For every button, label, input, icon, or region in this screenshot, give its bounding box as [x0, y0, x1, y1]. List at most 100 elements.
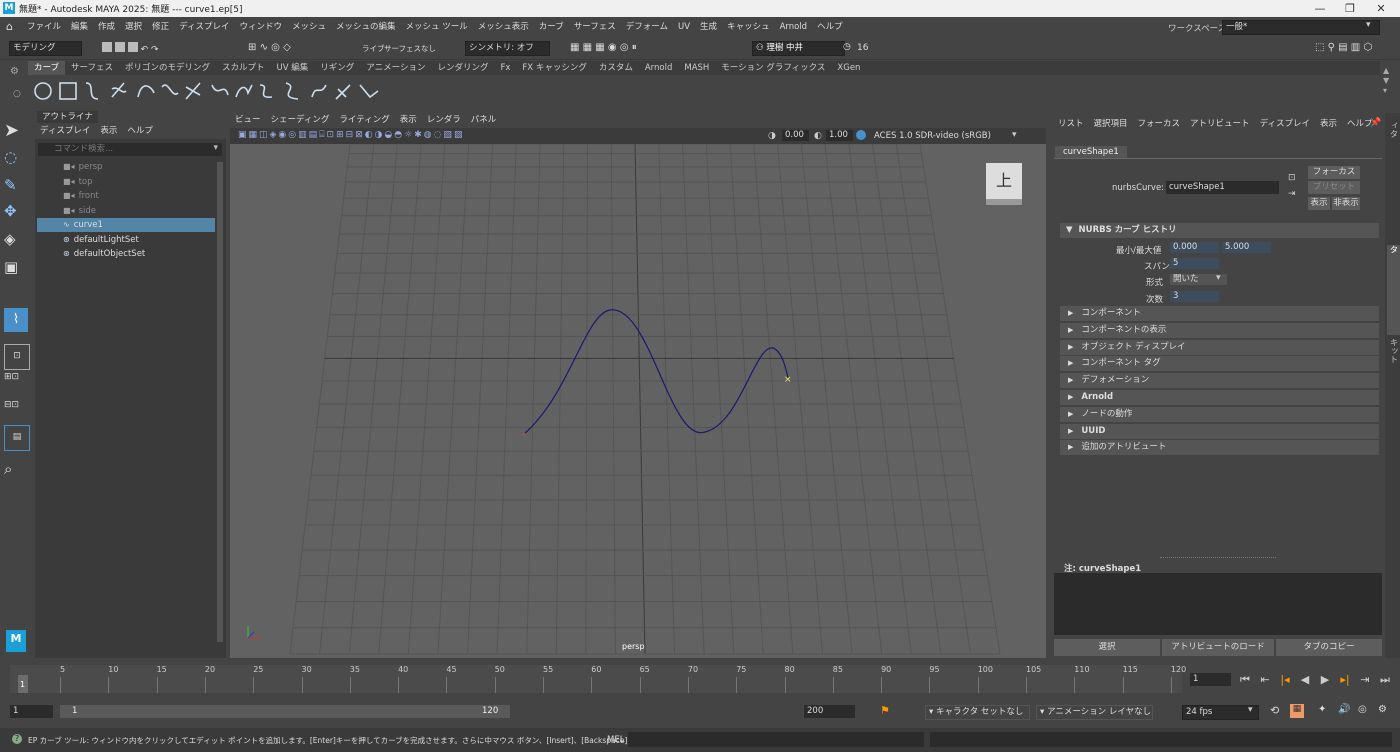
- menu-set-select[interactable]: モデリング: [9, 41, 82, 56]
- symmetry-select[interactable]: シンメトリ: オフ: [465, 41, 550, 56]
- play-forwards-icon[interactable]: ▶: [1318, 673, 1332, 687]
- play-backwards-icon[interactable]: ◀: [1298, 673, 1312, 687]
- nurbs-circle-icon[interactable]: [34, 82, 52, 100]
- search-icon[interactable]: ⌕: [4, 460, 28, 484]
- menu-item[interactable]: メッシュ ツール: [401, 17, 473, 38]
- step-back-key-icon[interactable]: |◂: [1278, 673, 1292, 687]
- search-field[interactable]: コマンド検索...: [38, 144, 113, 154]
- attribute-editor-icon[interactable]: ▤: [1338, 42, 1347, 53]
- shelf-tab[interactable]: Arnold: [639, 61, 679, 75]
- home-icon[interactable]: ⌂: [6, 21, 18, 33]
- animation-layer-select[interactable]: ▾ アニメーション レイヤなし: [1036, 705, 1153, 720]
- menu-item[interactable]: メッシュの編集: [331, 17, 401, 38]
- gamma-field[interactable]: 1.00: [826, 130, 853, 141]
- outliner-search[interactable]: コマンド検索... ▾: [38, 143, 222, 156]
- outliner-item[interactable]: ∿ curve1: [37, 218, 215, 232]
- shelf-tab[interactable]: FX キャッシング: [516, 61, 592, 75]
- outliner-item[interactable]: ■◂ persp: [37, 160, 217, 174]
- viewport-tool-icons[interactable]: ▣▦◫◈◉◎▥▤⌸⊡⊞⊟⊠◐◑◒◓☼✱◍◌▧▨: [238, 130, 464, 140]
- focus-icon[interactable]: ⊡: [1288, 173, 1296, 183]
- arc-tool-icon[interactable]: [161, 84, 179, 95]
- shelf-tab[interactable]: リギング: [314, 61, 360, 75]
- node-name-field[interactable]: curveShape1: [1166, 181, 1279, 194]
- shelf-tab[interactable]: ポリゴンのモデリング: [119, 61, 216, 75]
- attribute-editor-tab[interactable]: アトリビュート エディタ: [1387, 245, 1400, 335]
- chevron-down-icon[interactable]: ▾: [213, 143, 218, 153]
- menu-item[interactable]: メッシュ表示: [473, 17, 534, 38]
- cv-curve-tool-icon[interactable]: [85, 82, 99, 100]
- insert-knot-icon[interactable]: [259, 84, 273, 98]
- shelf-tab[interactable]: Fx: [494, 61, 516, 75]
- attribute-menu-item[interactable]: リスト: [1053, 113, 1089, 135]
- redo-icon[interactable]: ↷: [151, 45, 159, 55]
- render-icon[interactable]: ▦: [570, 42, 579, 53]
- menu-item[interactable]: カーブ: [534, 17, 569, 38]
- loop-icon[interactable]: ⟲: [1270, 704, 1279, 717]
- splitter[interactable]: [1160, 557, 1276, 559]
- shelf-tab[interactable]: MASH: [678, 61, 715, 75]
- viewport-menu-item[interactable]: パネル: [466, 113, 502, 128]
- user-account[interactable]: ⚇ 理樹 中井: [752, 41, 845, 56]
- snap-view-icon[interactable]: ◇: [283, 42, 291, 53]
- menu-item[interactable]: キャッシュ: [722, 17, 775, 38]
- sound-icon[interactable]: 🔊: [1338, 704, 1350, 715]
- curve-start-point[interactable]: [522, 432, 526, 436]
- menu-item[interactable]: ヘルプ: [812, 17, 848, 38]
- menu-item[interactable]: 生成: [695, 17, 722, 38]
- auto-key-icon[interactable]: ⚑: [880, 704, 890, 717]
- shelf-tab[interactable]: モーション グラフィックス: [715, 61, 831, 75]
- attribute-section[interactable]: ▶ 追加のアトリビュート: [1060, 440, 1379, 456]
- viewcube[interactable]: 上: [986, 163, 1022, 199]
- channel-box-icon[interactable]: ⬡: [1363, 42, 1372, 53]
- shelf-tab[interactable]: UV 編集: [271, 61, 315, 75]
- move-tool-icon[interactable]: ✥: [4, 202, 28, 226]
- menu-item[interactable]: ウィンドウ: [234, 17, 287, 38]
- ipr-render-icon[interactable]: ▦: [583, 42, 592, 53]
- mel-label[interactable]: MEL: [607, 735, 624, 745]
- max-value-field[interactable]: 5.000: [1222, 242, 1271, 253]
- channel-box-tab[interactable]: チャネル ボックス/レイヤ エディタ: [1387, 121, 1400, 241]
- notes-textarea[interactable]: [1054, 573, 1382, 635]
- snap-curve-icon[interactable]: ∿: [260, 42, 268, 53]
- step-forward-frame-icon[interactable]: ⇥: [1358, 673, 1372, 687]
- viewport-menu-item[interactable]: レンダラ: [422, 113, 466, 128]
- menu-item[interactable]: メッシュ: [287, 17, 331, 38]
- attribute-section[interactable]: ▶ コンポーネント タグ: [1060, 356, 1379, 372]
- curve-fillet-icon[interactable]: [359, 84, 379, 99]
- viewport-canvas[interactable]: ×: [230, 144, 1046, 658]
- outliner-item[interactable]: ⊛ defaultLightSet: [37, 233, 217, 247]
- outliner-layout-icon[interactable]: ▤: [4, 425, 30, 451]
- snap-grid-icon[interactable]: ⊞: [248, 42, 256, 53]
- attribute-menu-item[interactable]: ディスプレイ: [1255, 113, 1315, 135]
- menu-item[interactable]: UV: [673, 17, 695, 38]
- bake-icon[interactable]: ◎: [1358, 704, 1367, 715]
- cut-curve-icon[interactable]: [335, 84, 351, 100]
- undo-icon[interactable]: ↶: [141, 45, 149, 55]
- outliner-tab[interactable]: アウトライナ: [37, 111, 98, 123]
- paint-select-icon[interactable]: ✎: [4, 176, 28, 200]
- pencil-curve-icon[interactable]: [137, 85, 155, 98]
- shelf-tab[interactable]: スカルプト: [216, 61, 271, 75]
- node-tab[interactable]: curveShape1: [1055, 146, 1127, 158]
- attribute-section[interactable]: ▶ コンポーネント: [1060, 306, 1379, 321]
- shelf-tab[interactable]: カーブ: [28, 61, 65, 75]
- keyframe-icon[interactable]: ▦: [1290, 704, 1304, 718]
- shelf-tab[interactable]: カスタム: [593, 61, 639, 75]
- viewport-menu-item[interactable]: ライティング: [334, 113, 394, 128]
- nurbs-square-icon[interactable]: [59, 82, 77, 100]
- lasso-tool-icon[interactable]: ◌: [4, 148, 28, 172]
- timeline[interactable]: 5 10 15 20 25 30 35 40 45 50 55 60 65 70 75 80 85 90 95 100…: [10, 665, 1186, 693]
- menu-item[interactable]: 編集: [66, 17, 93, 38]
- animation-start-field[interactable]: 1: [10, 705, 53, 718]
- viewport-menu-item[interactable]: シェーディング: [266, 113, 335, 128]
- close-button[interactable]: ✕: [1366, 1, 1396, 16]
- rotate-tool-icon[interactable]: ◈: [4, 230, 28, 254]
- exposure-field[interactable]: 0.00: [782, 130, 809, 141]
- attribute-section[interactable]: ▶ UUID: [1060, 423, 1379, 439]
- menu-item[interactable]: ディスプレイ: [174, 17, 234, 38]
- attribute-section[interactable]: ▶ オブジェクト ディスプレイ: [1060, 339, 1379, 355]
- ghost-icon[interactable]: ✦: [1318, 704, 1326, 715]
- four-pane-icon[interactable]: ⊞⊡: [4, 372, 28, 396]
- extend-curve-icon[interactable]: [285, 82, 299, 100]
- spans-field[interactable]: 5: [1170, 258, 1219, 269]
